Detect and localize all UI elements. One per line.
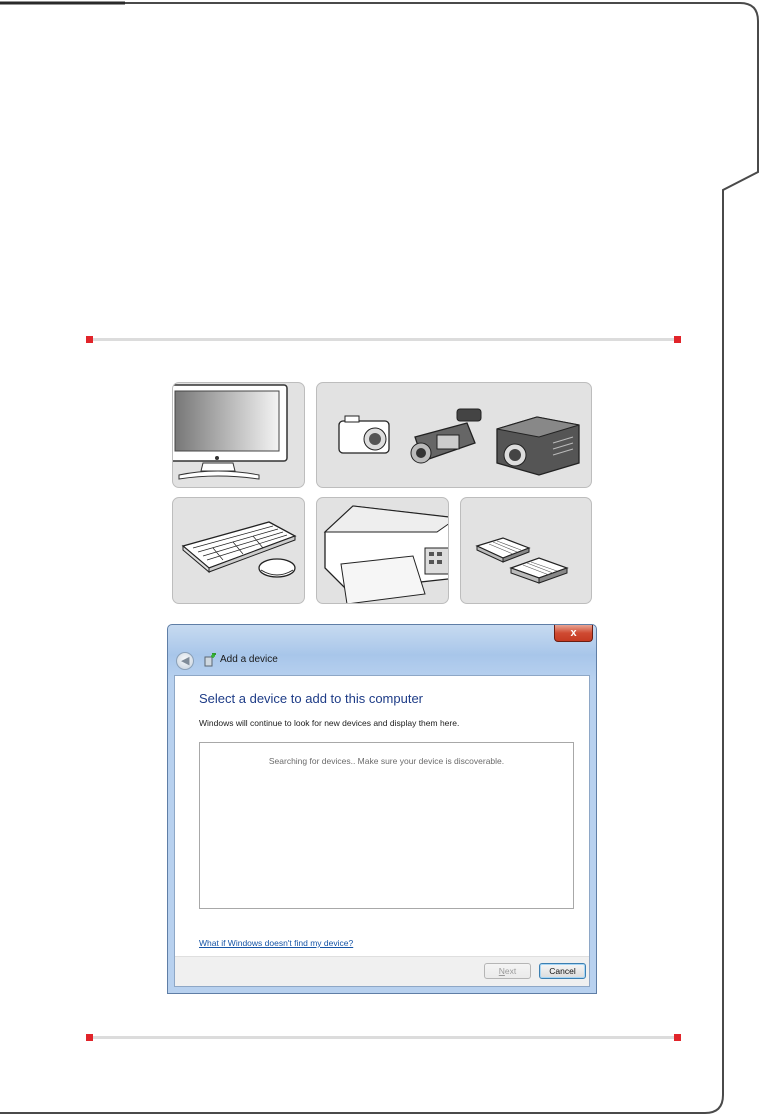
keyboard-tile [172, 497, 305, 604]
add-device-dialog: x ◀ Add a device Select a device to add … [167, 624, 597, 994]
camera-camcorder-projector-icon [338, 408, 580, 476]
monitor-tile [172, 382, 305, 488]
printer-tile [316, 497, 449, 604]
bottom-divider-left-dot [86, 1034, 93, 1041]
close-icon: x [570, 627, 577, 639]
monitor-icon [173, 384, 288, 480]
cancel-button[interactable]: Cancel [539, 963, 586, 979]
searching-status: Searching for devices.. Make sure your d… [268, 756, 505, 766]
storage-tile [460, 497, 592, 604]
back-button[interactable]: ◀ [176, 652, 194, 670]
printer-icon [323, 505, 448, 603]
next-button[interactable]: Next [484, 963, 531, 979]
close-button[interactable]: x [554, 625, 593, 642]
dialog-footer: Next Cancel [175, 956, 589, 986]
dialog-heading: Select a device to add to this computer [199, 691, 424, 706]
back-arrow-icon: ◀ [181, 655, 190, 667]
device-results-list[interactable]: Searching for devices.. Make sure your d… [199, 742, 574, 909]
camera-devices-tile [316, 382, 592, 488]
bottom-divider [92, 1036, 676, 1039]
storage-drives-icon [475, 537, 569, 584]
dialog-titlebar: x ◀ Add a device [168, 625, 596, 675]
help-link[interactable]: What if Windows doesn't find my device? [199, 938, 353, 948]
keyboard-mouse-icon [181, 521, 297, 578]
dialog-subtext: Windows will continue to look for new de… [199, 718, 460, 728]
dialog-title: Add a device [220, 654, 278, 665]
next-button-label: ext [504, 966, 517, 976]
bottom-divider-right-dot [674, 1034, 681, 1041]
add-device-icon [204, 653, 216, 667]
top-divider-right-dot [674, 336, 681, 343]
top-divider-left-dot [86, 336, 93, 343]
dialog-content: Select a device to add to this computer … [174, 675, 590, 987]
top-divider [92, 338, 676, 341]
